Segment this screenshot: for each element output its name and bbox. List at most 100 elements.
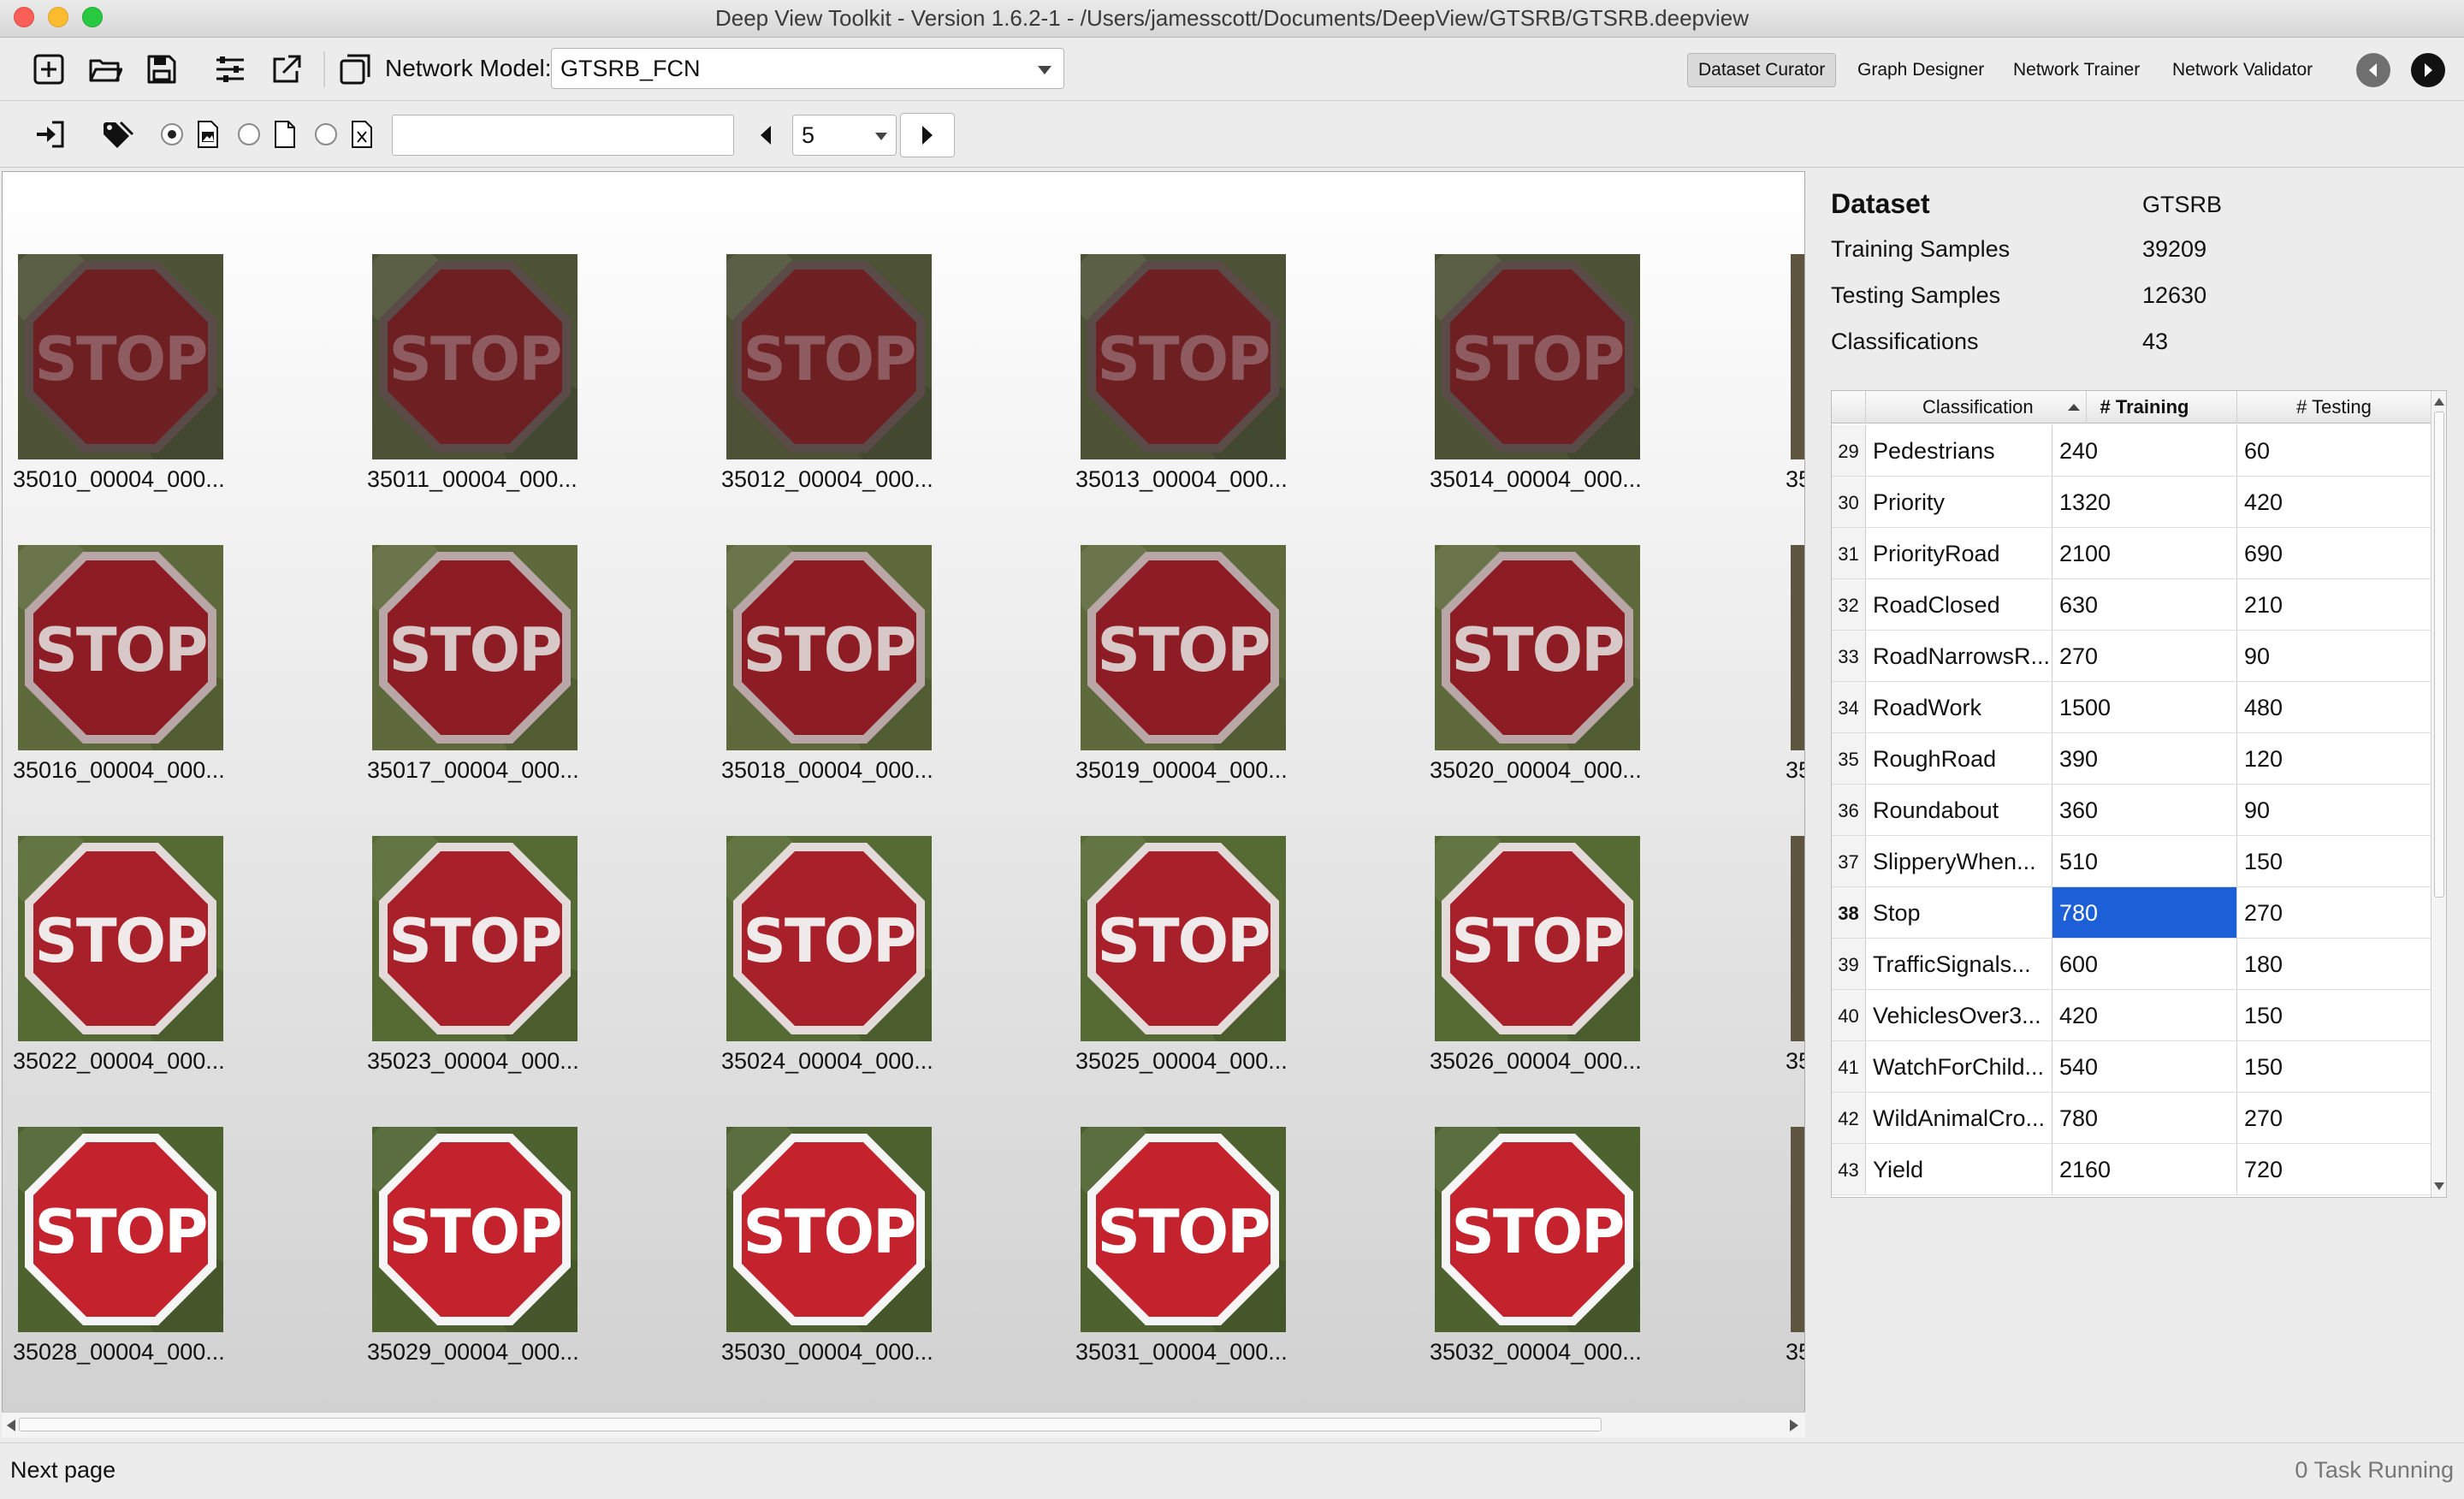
image-tile[interactable]: STOP 35016_00004_000... <box>13 545 343 819</box>
previous-page-icon[interactable] <box>753 120 779 151</box>
testing-count-cell[interactable]: 60 <box>2237 425 2431 476</box>
testing-count-cell[interactable]: 270 <box>2237 1093 2431 1143</box>
stop-sign-thumbnail[interactable]: STOP <box>372 254 578 459</box>
stop-sign-thumbnail[interactable]: STOP <box>372 1127 578 1332</box>
training-count-cell[interactable]: 2100 <box>2052 528 2237 578</box>
table-row[interactable]: 41 WatchForChild... 540 150 <box>1832 1041 2431 1093</box>
scroll-down-icon[interactable] <box>2434 1182 2444 1190</box>
stop-sign-thumbnail[interactable]: STOP <box>726 1127 932 1332</box>
page-select[interactable]: 5 <box>792 115 897 156</box>
settings-sliders-icon[interactable] <box>210 50 250 89</box>
new-icon[interactable] <box>29 50 68 89</box>
classification-cell[interactable]: PriorityRoad <box>1866 528 2052 578</box>
image-tile[interactable]: STOP 35022_00004_000... <box>13 836 343 1110</box>
image-tile[interactable]: STOP 35014_00004_000... <box>1430 254 1760 528</box>
stop-sign-thumbnail[interactable]: STOP <box>726 545 932 750</box>
tags-icon[interactable] <box>98 115 137 154</box>
classification-cell[interactable]: RoughRoad <box>1866 733 2052 784</box>
training-count-cell[interactable]: 510 <box>2052 836 2237 886</box>
stop-sign-thumbnail[interactable]: STOP <box>1435 836 1640 1041</box>
testing-count-cell[interactable]: 90 <box>2237 631 2431 681</box>
stop-sign-thumbnail[interactable]: STOP <box>18 1127 223 1332</box>
open-folder-icon[interactable] <box>86 50 125 89</box>
classification-cell[interactable]: TrafficSignals... <box>1866 939 2052 989</box>
classification-cell[interactable]: WildAnimalCro... <box>1866 1093 2052 1143</box>
tab-graph-designer[interactable]: Graph Designer <box>1846 53 1995 87</box>
table-row[interactable]: 31 PriorityRoad 2100 690 <box>1832 528 2431 579</box>
table-row[interactable]: 30 Priority 1320 420 <box>1832 477 2431 528</box>
training-count-cell[interactable]: 780 <box>2052 1093 2237 1143</box>
image-tile[interactable]: STOP 35028_00004_000... <box>13 1127 343 1401</box>
stop-sign-thumbnail[interactable]: STOP <box>1081 545 1286 750</box>
stop-sign-thumbnail[interactable]: STOP <box>372 545 578 750</box>
testing-count-cell[interactable]: 270 <box>2237 887 2431 938</box>
image-tile[interactable]: STOP 35032_00004_000... <box>1430 1127 1760 1401</box>
classification-cell[interactable]: RoadWork <box>1866 682 2052 732</box>
vertical-scrollbar[interactable] <box>2431 391 2446 1197</box>
classification-cell[interactable]: WatchForChild... <box>1866 1041 2052 1092</box>
image-tile[interactable]: STOP 35031_00004_000... <box>1075 1127 1406 1401</box>
scroll-right-icon[interactable] <box>1790 1419 1798 1431</box>
stop-sign-thumbnail[interactable]: STOP <box>18 254 223 459</box>
testing-count-cell[interactable]: 150 <box>2237 1041 2431 1092</box>
image-tile[interactable]: STOP 35013_00004_000... <box>1075 254 1406 528</box>
scroll-up-icon[interactable] <box>2434 398 2444 406</box>
image-tile[interactable]: STOP 35019_00004_000... <box>1075 545 1406 819</box>
tab-network-validator[interactable]: Network Validator <box>2161 53 2324 87</box>
testing-count-cell[interactable]: 720 <box>2237 1144 2431 1194</box>
tab-dataset-curator[interactable]: Dataset Curator <box>1687 53 1837 87</box>
training-count-cell[interactable]: 360 <box>2052 785 2237 835</box>
vertical-scrollbar-thumb[interactable] <box>2434 412 2444 898</box>
training-count-cell[interactable]: 1320 <box>2052 477 2237 527</box>
image-tile[interactable]: STOP 35012_00004_000... <box>721 254 1051 528</box>
testing-count-cell[interactable]: 150 <box>2237 990 2431 1040</box>
stop-sign-thumbnail[interactable]: STOP <box>726 254 932 459</box>
import-icon[interactable] <box>31 115 70 154</box>
table-row[interactable]: 43 Yield 2160 720 <box>1832 1144 2431 1195</box>
table-row[interactable]: 38 Stop 780 270 <box>1832 887 2431 939</box>
image-tile[interactable]: STOP 35018_00004_000... <box>721 545 1051 819</box>
stop-sign-thumbnail[interactable]: STOP <box>1081 836 1286 1041</box>
classification-cell[interactable]: Stop <box>1866 887 2052 938</box>
classification-cell[interactable]: Roundabout <box>1866 785 2052 835</box>
training-count-cell[interactable]: 600 <box>2052 939 2237 989</box>
tab-network-trainer[interactable]: Network Trainer <box>2002 53 2151 87</box>
classification-cell[interactable]: Pedestrians <box>1866 425 2052 476</box>
stop-sign-thumbnail[interactable]: STOP <box>1435 1127 1640 1332</box>
training-count-cell[interactable]: 270 <box>2052 631 2237 681</box>
table-row[interactable]: 29 Pedestrians 240 60 <box>1832 425 2431 477</box>
stop-sign-thumbnail[interactable]: STOP <box>1081 1127 1286 1332</box>
image-tile[interactable]: STOP 35023_00004_000... <box>367 836 697 1110</box>
table-row[interactable]: 40 VehiclesOver3... 420 150 <box>1832 990 2431 1041</box>
classification-cell[interactable]: Priority <box>1866 477 2052 527</box>
export-icon[interactable] <box>267 50 306 89</box>
scrollbar-thumb[interactable] <box>19 1418 1602 1431</box>
scroll-left-icon[interactable] <box>7 1419 15 1431</box>
spreadsheet-filter-radio[interactable] <box>315 123 337 145</box>
table-row[interactable]: 36 Roundabout 360 90 <box>1832 785 2431 836</box>
image-tile[interactable]: STOP 35020_00004_000... <box>1430 545 1760 819</box>
stop-sign-thumbnail[interactable]: STOP <box>726 836 932 1041</box>
testing-count-cell[interactable]: 210 <box>2237 579 2431 630</box>
training-count-cell[interactable]: 240 <box>2052 425 2237 476</box>
table-row[interactable]: 35 RoughRoad 390 120 <box>1832 733 2431 785</box>
classification-cell[interactable]: RoadClosed <box>1866 579 2052 630</box>
testing-column-header[interactable]: # Testing <box>2237 391 2431 424</box>
testing-count-cell[interactable]: 150 <box>2237 836 2431 886</box>
training-column-header[interactable]: # Training <box>2052 391 2237 424</box>
testing-count-cell[interactable]: 420 <box>2237 477 2431 527</box>
image-tile[interactable]: STOP 35025_00004_000... <box>1075 836 1406 1110</box>
stop-sign-thumbnail[interactable]: STOP <box>372 836 578 1041</box>
image-tile[interactable]: STOP 35017_00004_000... <box>367 545 697 819</box>
next-page-button[interactable] <box>900 113 955 157</box>
classification-cell[interactable]: Yield <box>1866 1144 2052 1194</box>
stop-sign-thumbnail[interactable]: STOP <box>1435 545 1640 750</box>
horizontal-scrollbar[interactable] <box>2 1412 1805 1437</box>
training-count-cell[interactable]: 2160 <box>2052 1144 2237 1194</box>
partial-thumbnail[interactable] <box>1791 1127 1804 1332</box>
partial-thumbnail[interactable] <box>1791 545 1804 750</box>
testing-count-cell[interactable]: 120 <box>2237 733 2431 784</box>
image-tile[interactable]: STOP 35030_00004_000... <box>721 1127 1051 1401</box>
training-count-cell[interactable]: 540 <box>2052 1041 2237 1092</box>
search-input[interactable] <box>392 115 734 156</box>
